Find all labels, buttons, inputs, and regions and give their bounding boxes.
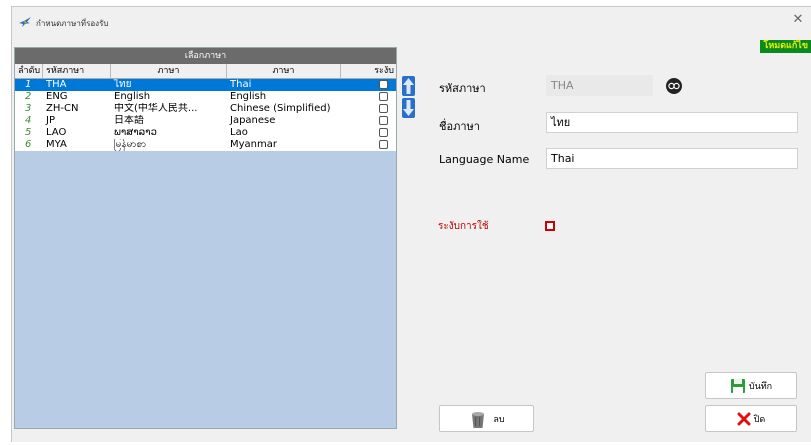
row-no: 5 — [25, 127, 32, 138]
row-active-cell — [341, 91, 396, 103]
row-active-cell — [341, 103, 396, 115]
code-label: รหัสภาษา — [439, 82, 486, 95]
row-code: LAO — [46, 127, 67, 138]
row-code: ENG — [46, 91, 68, 102]
trash-icon — [472, 411, 485, 428]
delete-button[interactable]: ลบ — [439, 405, 534, 432]
close-button[interactable]: ปิด — [705, 405, 797, 432]
table-row[interactable]: 5 LAO ພາສາລາວ Lao — [15, 127, 396, 139]
close-icon[interactable]: ✕ — [791, 13, 805, 27]
row-code: MYA — [46, 139, 67, 150]
title-bar: กำหนดภาษาที่รองรับ ✕ — [12, 7, 811, 37]
header-name-th[interactable]: ภาษา — [111, 64, 227, 78]
arrow-down-icon[interactable] — [402, 98, 415, 118]
table-row[interactable]: 4 JP 日本語 Japanese — [15, 115, 396, 127]
arrow-up-icon[interactable] — [402, 76, 415, 96]
row-suspend-checkbox[interactable] — [379, 104, 388, 113]
row-suspend-checkbox[interactable] — [379, 128, 388, 137]
row-code: ZH-CN — [46, 103, 79, 114]
table-row[interactable]: 3 ZH-CN 中文(中华人民共... Chinese (Simplified) — [15, 103, 396, 115]
row-code: THA — [46, 79, 67, 90]
row-active-cell — [341, 127, 396, 139]
row-no: 4 — [25, 115, 32, 126]
row-suspend-checkbox[interactable] — [379, 80, 388, 89]
row-no: 3 — [25, 103, 32, 114]
header-code[interactable]: รหัสภาษา — [43, 64, 111, 78]
row-active-cell — [341, 139, 396, 151]
mode-badge: โหมดแก้ไข — [759, 40, 811, 53]
window-title: กำหนดภาษาที่รองรับ — [36, 19, 109, 28]
language-grid: เลือกภาษา ลำดับ รหัสภาษา ภาษา ภาษา ระงับ… — [14, 47, 397, 429]
search-icon-glyph — [666, 78, 682, 94]
suspend-checkbox[interactable] — [545, 221, 555, 231]
save-icon — [730, 378, 745, 393]
name-field[interactable]: ไทย — [546, 112, 798, 133]
row-no: 6 — [25, 139, 32, 150]
table-row[interactable]: 6 MYA မြန်မာစာ Myanmar — [15, 139, 396, 151]
row-name-en: English — [230, 91, 267, 102]
row-code: JP — [46, 115, 55, 126]
grid-body: 1 THA ไทย Thai 2 ENG English English 3 ZH-CN 中文(中华… — [15, 79, 396, 151]
row-name-en: Japanese — [230, 115, 276, 126]
close-label: ปิด — [753, 414, 766, 425]
table-row[interactable]: 1 THA ไทย Thai — [15, 79, 396, 91]
grid-header: ลำดับ รหัสภาษา ภาษา ภาษา ระงับ — [15, 64, 396, 79]
header-name-en[interactable]: ภาษา — [227, 64, 341, 78]
code-field[interactable]: THA — [546, 75, 653, 96]
delete-label: ลบ — [493, 414, 505, 425]
row-name-th: English — [114, 91, 151, 102]
row-active-cell — [341, 79, 396, 91]
suspend-label: ระงับการใช้ — [438, 221, 489, 232]
row-name-en: Myanmar — [230, 139, 277, 150]
row-name-en: Thai — [230, 79, 252, 90]
x-icon — [737, 412, 751, 425]
grid-caption: เลือกภาษา — [15, 48, 396, 64]
row-name-en: Chinese (Simplified) — [230, 103, 331, 114]
language-name-label: Language Name — [439, 153, 530, 166]
save-label: บันทึก — [748, 381, 773, 392]
row-name-th: 中文(中华人民共... — [114, 103, 198, 114]
row-no: 2 — [25, 91, 32, 102]
table-row[interactable]: 2 ENG English English — [15, 91, 396, 103]
row-suspend-checkbox[interactable] — [379, 92, 388, 101]
row-active-cell — [341, 115, 396, 127]
save-button[interactable]: บันทึก — [705, 372, 797, 399]
row-no: 1 — [25, 79, 32, 90]
search-icon[interactable] — [666, 78, 682, 94]
row-suspend-checkbox[interactable] — [379, 116, 388, 125]
header-no[interactable]: ลำดับ — [15, 64, 43, 78]
row-name-th: 日本語 — [114, 115, 144, 126]
header-active[interactable]: ระงับ — [341, 64, 396, 78]
row-suspend-checkbox[interactable] — [379, 140, 388, 149]
bird-icon — [19, 17, 31, 27]
language-name-field[interactable]: Thai — [546, 148, 798, 169]
row-name-th: မြန်မာစာ — [114, 139, 147, 150]
row-name-th: ไทย — [114, 79, 132, 90]
name-label: ชื่อภาษา — [439, 120, 480, 133]
row-name-th: ພາສາລາວ — [114, 127, 157, 138]
row-name-en: Lao — [230, 127, 248, 138]
